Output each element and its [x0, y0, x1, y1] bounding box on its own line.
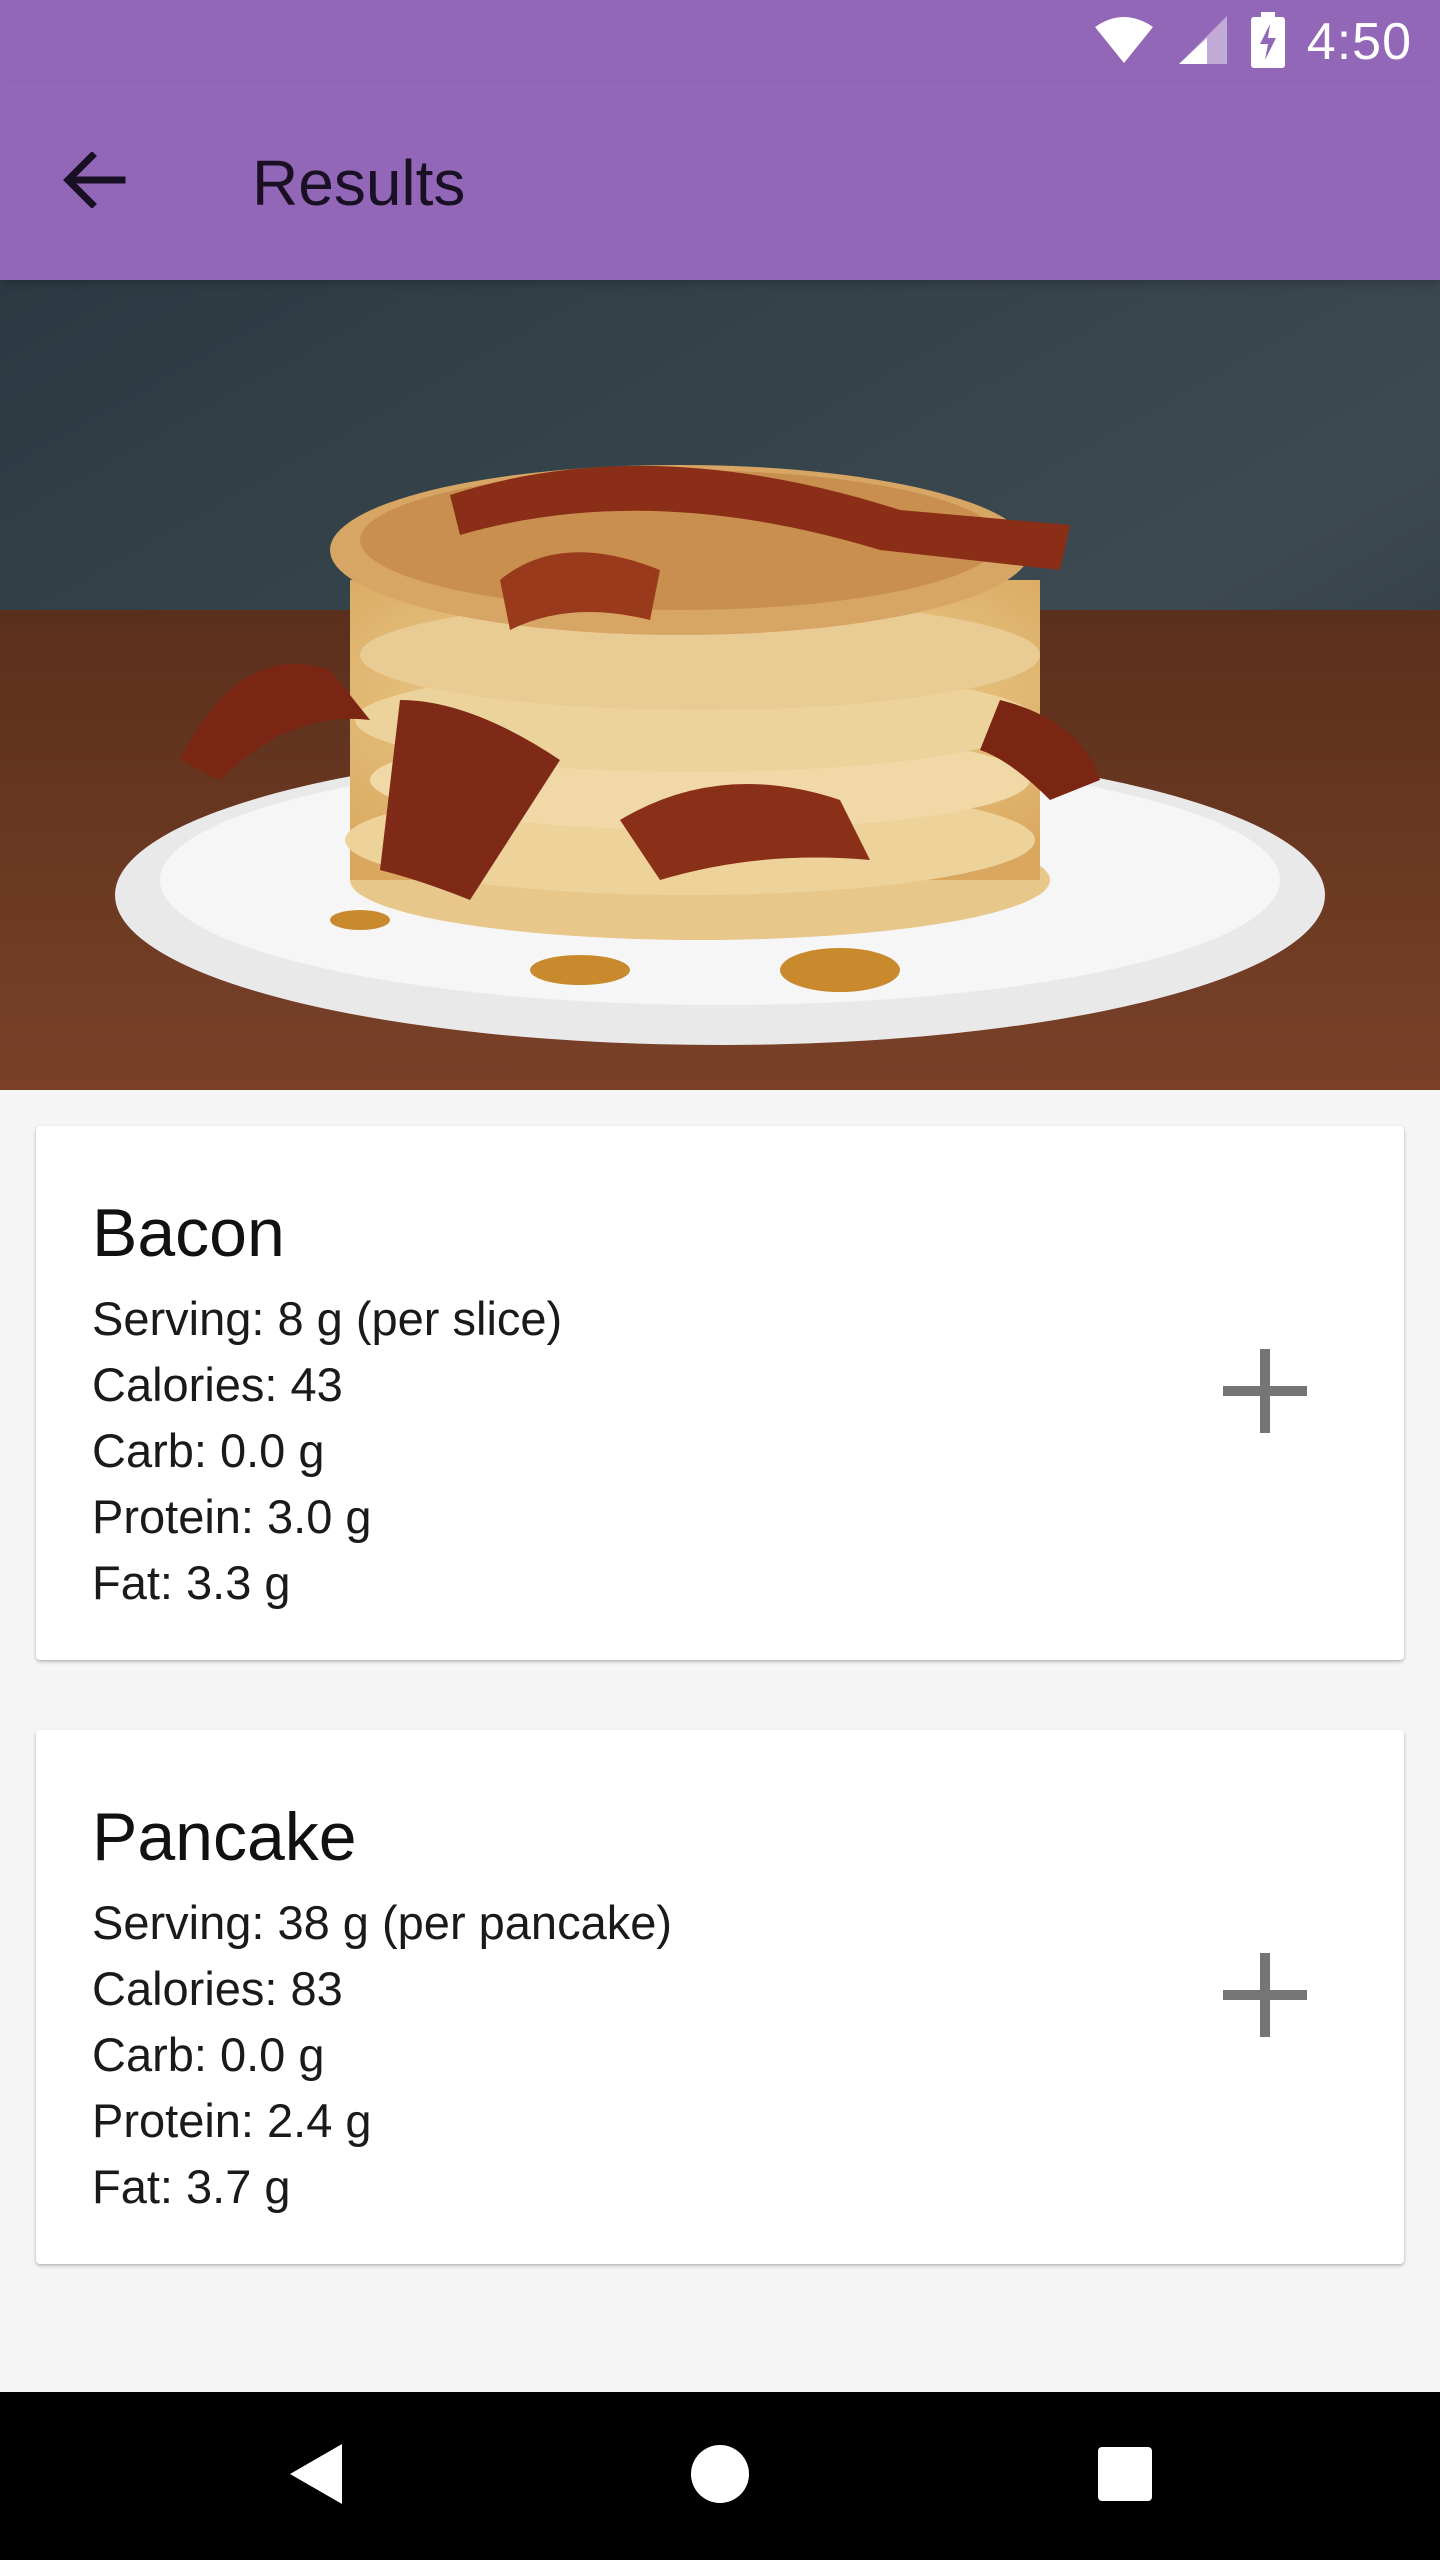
protein-text: Protein: 2.4 g	[92, 2094, 372, 2147]
carb-text: Carb: 0.0 g	[92, 1424, 325, 1477]
nutrition-info: Serving: 8 g (per slice) Calories: 43 Ca…	[92, 1286, 562, 1616]
square-recents-icon	[1098, 2446, 1152, 2506]
cell-signal-icon	[1177, 14, 1229, 71]
wifi-icon	[1093, 15, 1155, 70]
arrow-back-icon	[62, 150, 126, 213]
protein-text: Protein: 3.0 g	[92, 1490, 372, 1543]
status-time: 4:50	[1306, 13, 1412, 71]
food-photo	[0, 280, 1440, 1090]
plus-icon	[1223, 1952, 1307, 2042]
back-button[interactable]	[48, 136, 140, 228]
plus-icon	[1223, 1348, 1307, 1438]
add-button[interactable]	[1210, 1338, 1320, 1448]
app-bar: Results	[0, 84, 1440, 280]
circle-home-icon	[690, 2444, 750, 2509]
nav-home-button[interactable]	[670, 2426, 770, 2526]
add-button[interactable]	[1210, 1942, 1320, 2052]
food-name: Bacon	[92, 1195, 285, 1271]
page-title: Results	[252, 147, 466, 219]
status-bar: 4:50	[0, 0, 1440, 84]
nutrition-info: Serving: 38 g (per pancake) Calories: 83…	[92, 1890, 672, 2220]
calories-text: Calories: 43	[92, 1358, 343, 1411]
nav-recents-button[interactable]	[1075, 2426, 1175, 2526]
battery-charging-icon	[1250, 11, 1285, 73]
fat-text: Fat: 3.3 g	[92, 1556, 291, 1609]
calories-text: Calories: 83	[92, 1962, 343, 2015]
system-nav-bar	[0, 2392, 1440, 2560]
carb-text: Carb: 0.0 g	[92, 2028, 325, 2081]
nav-back-button[interactable]	[266, 2426, 366, 2526]
food-name: Pancake	[92, 1799, 357, 1875]
result-card-bacon: Bacon Serving: 8 g (per slice) Calories:…	[36, 1126, 1404, 1660]
result-card-pancake: Pancake Serving: 38 g (per pancake) Calo…	[36, 1730, 1404, 2264]
serving-text: Serving: 38 g (per pancake)	[92, 1896, 672, 1949]
serving-text: Serving: 8 g (per slice)	[92, 1292, 563, 1345]
status-icons: 4:50	[1093, 0, 1412, 84]
triangle-back-icon	[286, 2442, 346, 2511]
fat-text: Fat: 3.7 g	[92, 2160, 291, 2213]
